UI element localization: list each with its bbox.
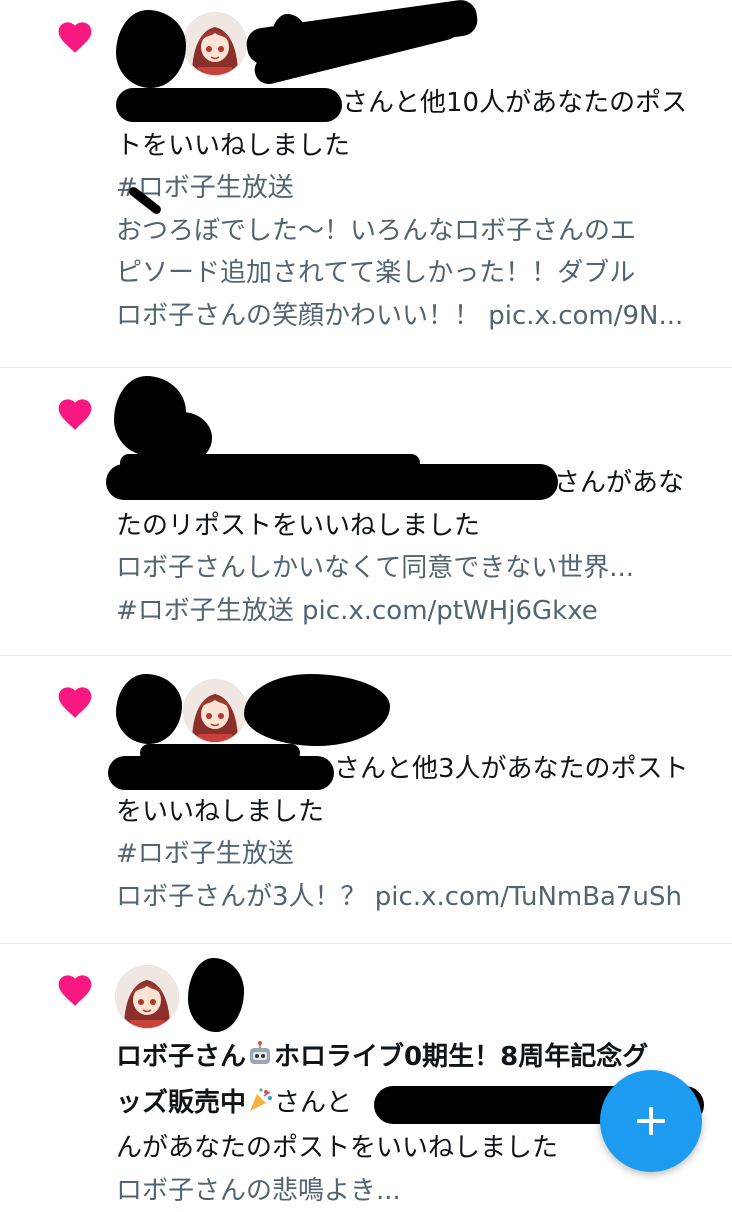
robot-emoji-icon (246, 1039, 274, 1082)
avatar[interactable] (184, 13, 246, 75)
anime-avatar-image (184, 13, 246, 75)
notification-item[interactable]: さんがあな たのリポストをいいねしました ロボ子さんしかいなくて同意できない世界… (0, 368, 732, 656)
post-preview[interactable]: ロボ子さんの笑顔かわいい！！ pic.x.com/9N... (116, 295, 706, 338)
party-popper-emoji-icon (246, 1085, 274, 1128)
post-preview[interactable]: おつろぼでした〜！いろんなロボ子さんのエ (116, 210, 706, 253)
display-name-text: ホロライブ0期生！8周年記念グ (274, 1042, 648, 1072)
avatar[interactable] (116, 966, 178, 1028)
display-name-text: ッズ販売中 (116, 1088, 246, 1118)
anime-avatar-image (116, 966, 178, 1028)
liker-display-name[interactable]: ロボ子さんホロライブ0期生！8周年記念グ (116, 1036, 706, 1082)
post-preview[interactable]: #ロボ子生放送 pic.x.com/ptWHj6Gkxe (116, 590, 706, 633)
like-message: さんと (274, 1088, 352, 1118)
heart-icon (55, 971, 95, 1007)
like-message: をいいねしました (116, 791, 706, 834)
like-message: トをいいねしました (116, 125, 706, 168)
notification-item[interactable]: さんと他10人があなたのポス トをいいねしました #ロボ子生放送 おつろぼでした… (0, 0, 732, 368)
display-name-text: ロボ子さん (116, 1042, 246, 1072)
heart-icon (55, 395, 95, 431)
post-preview[interactable]: ピソード追加されてて楽しかった！！ダブル (116, 252, 706, 295)
post-preview[interactable]: ロボ子さんしかいなくて同意できない世界... (116, 547, 706, 590)
compose-button[interactable] (600, 1070, 702, 1172)
liker-avatars (116, 966, 178, 1030)
notifications-feed: さんと他10人があなたのポス トをいいねしました #ロボ子生放送 おつろぼでした… (0, 0, 732, 1200)
post-preview[interactable]: ロボ子さんが3人！？ pic.x.com/TuNmBa7uSh (116, 876, 706, 919)
anime-avatar-image (184, 680, 246, 742)
avatar[interactable] (184, 680, 246, 742)
post-preview[interactable]: #ロボ子生放送 (116, 833, 706, 876)
heart-icon (55, 683, 95, 719)
post-preview[interactable]: #ロボ子生放送 (116, 167, 706, 210)
like-message: たのリポストをいいねしました (116, 505, 706, 548)
plus-icon (631, 1101, 671, 1141)
heart-icon (55, 18, 95, 54)
notification-item[interactable]: さんと他3人があなたのポスト をいいねしました #ロボ子生放送 ロボ子さんが3人… (0, 656, 732, 944)
post-preview[interactable]: ロボ子さんの悲鳴よき... (116, 1170, 706, 1212)
